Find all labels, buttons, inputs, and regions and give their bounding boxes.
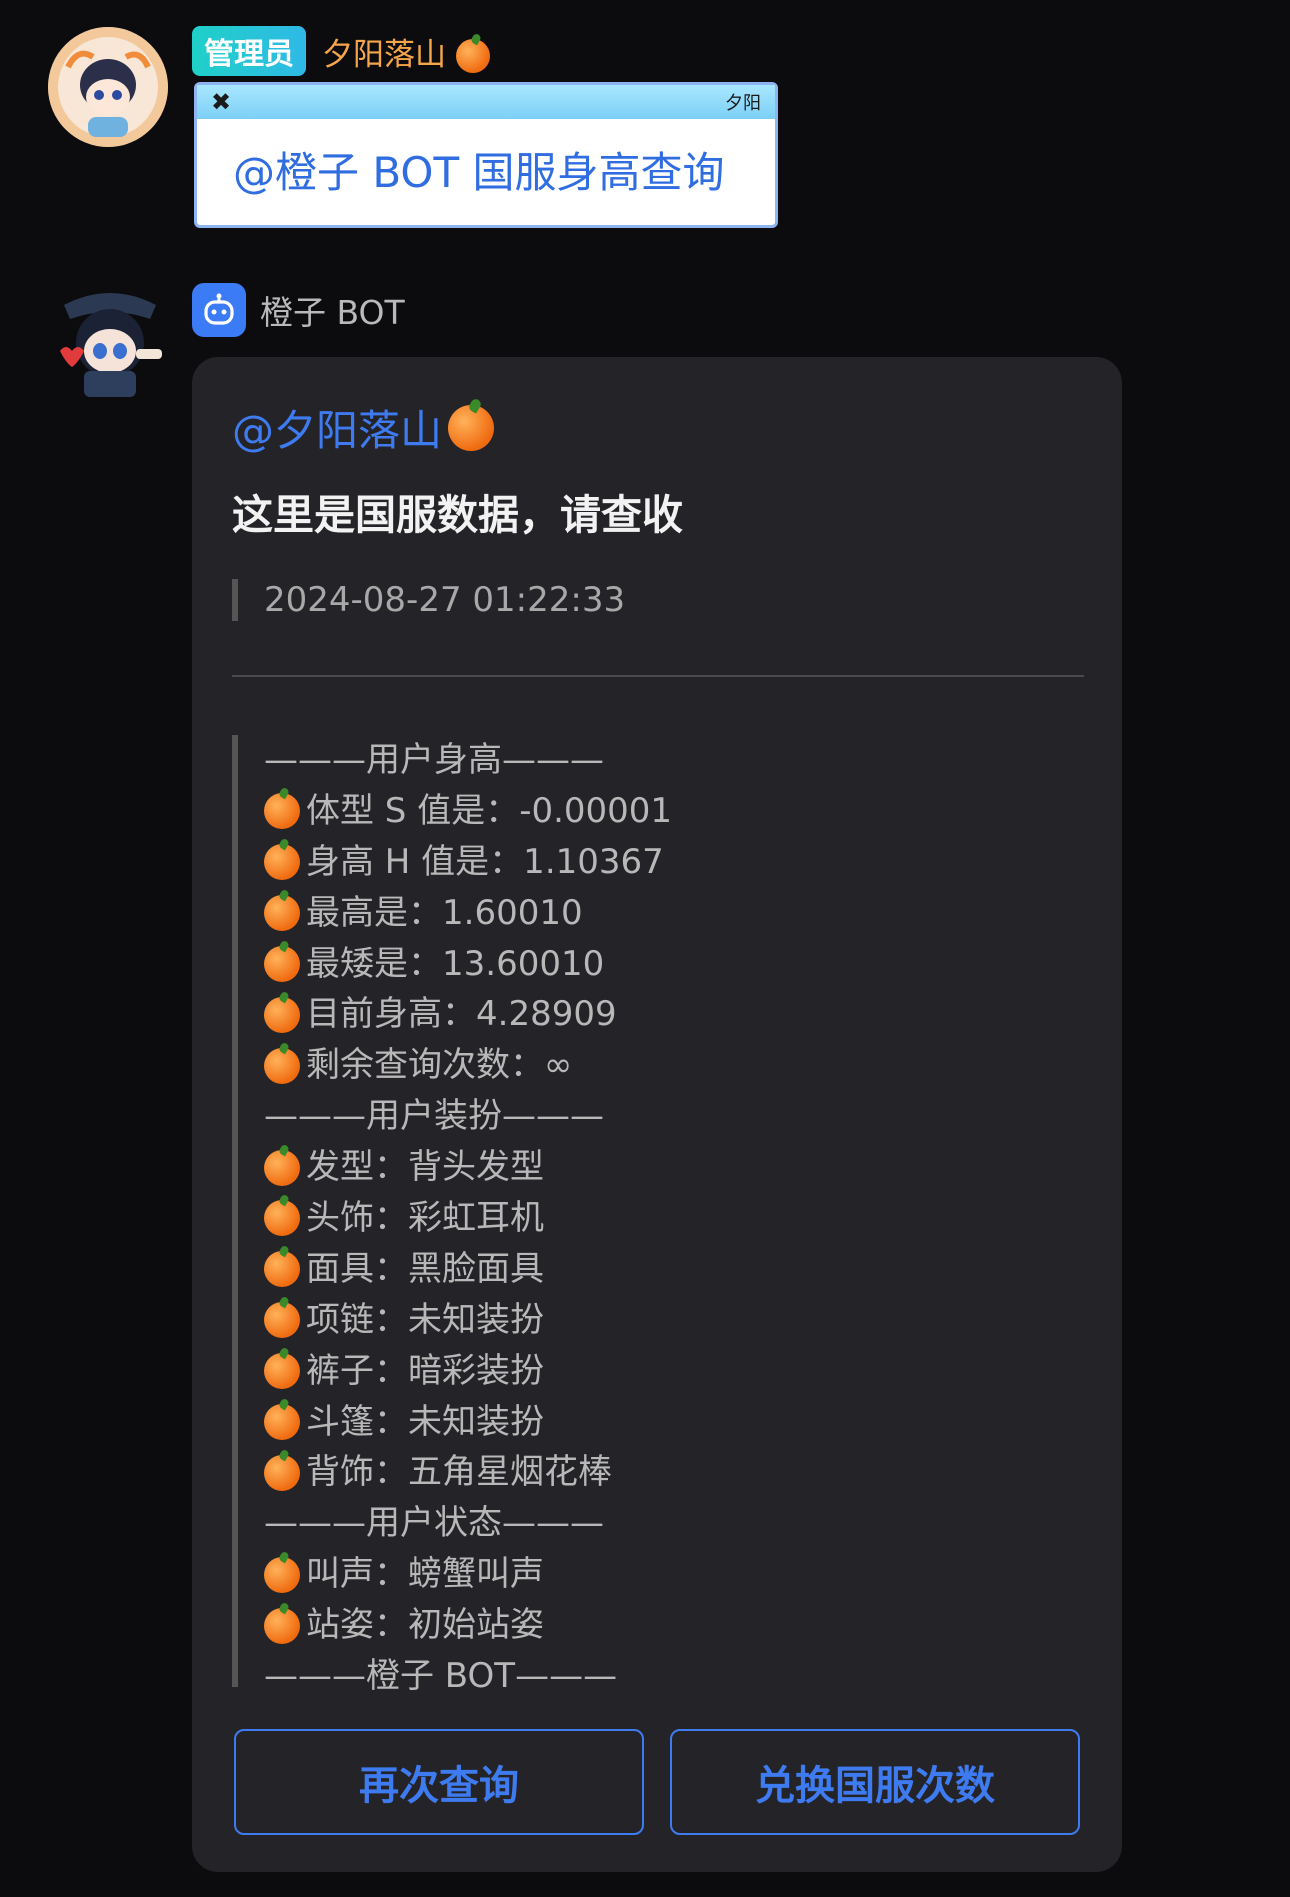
result-line-text: 叫声：螃蟹叫声 [306,1554,544,1595]
bot-name[interactable]: 橙子 BOT [260,286,405,334]
result-line-text: 项链：未知装扮 [306,1299,544,1340]
close-icon: ✖ [211,88,232,116]
result-line-text: 斗篷：未知装扮 [306,1401,544,1442]
orange-icon [264,1302,300,1339]
admin-username[interactable]: 夕阳落山 [322,29,490,74]
user-avatar[interactable] [48,27,168,147]
result-line: 目前身高：4.28909 [238,989,1078,1040]
result-line-text: 最矮是：13.60010 [306,943,605,984]
result-line-text: 剩余查询次数：∞ [306,1045,573,1086]
orange-icon [264,1200,300,1237]
result-line-text: 身高 H 值是：1.10367 [306,841,664,882]
headline: 这里是国服数据，请查收 [232,491,683,539]
orange-icon [264,996,300,1033]
exchange-count-button[interactable]: 兑换国服次数 [670,1729,1080,1835]
admin-message-bubble[interactable]: ✖ 夕阳 @橙子 BOT 国服身高查询 [194,82,778,228]
orange-icon [264,793,300,830]
result-line: 最矮是：13.60010 [238,939,1078,990]
orange-icon [264,1454,300,1491]
orange-icon [264,1353,300,1390]
result-line: 体型 S 值是：-0.00001 [238,786,1078,837]
result-line: 身高 H 值是：1.10367 [238,837,1078,888]
query-again-button[interactable]: 再次查询 [234,1729,644,1835]
orange-icon [455,39,490,73]
result-line-text: 面具：黑脸面具 [306,1248,544,1289]
orange-icon [448,404,495,451]
result-line-text: ———橙子 BOT——— [264,1656,618,1697]
result-line-text: 头饰：彩虹耳机 [306,1198,544,1239]
bubble-titlebar: ✖ 夕阳 [197,85,775,119]
result-line: 项链：未知装扮 [238,1295,1078,1346]
result-line-text: 目前身高：4.28909 [306,994,617,1035]
result-line: 背饰：五角星烟花棒 [238,1447,1078,1498]
result-line: 头饰：彩虹耳机 [238,1193,1078,1244]
bot-avatar[interactable] [54,285,166,403]
orange-icon [264,1251,300,1288]
section-header: ———橙子 BOT——— [238,1651,1078,1702]
result-line-text: 体型 S 值是：-0.00001 [306,790,673,831]
result-line-text: ———用户状态——— [264,1503,604,1544]
result-line: 裤子：暗彩装扮 [238,1346,1078,1397]
result-line: 站姿：初始站姿 [238,1600,1078,1651]
result-line: 剩余查询次数：∞ [238,1040,1078,1091]
result-line: 斗篷：未知装扮 [238,1397,1078,1448]
section-header: ———用户状态——— [238,1498,1078,1549]
admin-message-text: @橙子 BOT 国服身高查询 [233,148,725,197]
admin-username-text: 夕阳落山 [322,36,446,73]
result-line: 面具：黑脸面具 [238,1244,1078,1295]
result-line-text: 发型：背头发型 [306,1147,544,1188]
result-line-text: 站姿：初始站姿 [306,1605,544,1646]
mention-text: @夕阳落山 [232,406,443,455]
timestamp: 2024-08-27 01:22:33 [232,579,625,621]
orange-icon [264,1404,300,1441]
mention[interactable]: @夕阳落山 [232,397,495,458]
result-block: ———用户身高——— 体型 S 值是：-0.00001 身高 H 值是：1.1036… [232,735,1078,1696]
result-line: 最高是：1.60010 [238,888,1078,939]
section-header: ———用户身高——— [238,735,1078,786]
divider [232,675,1084,677]
result-line: 发型：背头发型 [238,1142,1078,1193]
orange-icon [264,1556,300,1593]
bubble-tag: 夕阳 [725,93,761,114]
bot-message-header: 橙子 BOT [192,283,405,337]
result-line-text: ———用户装扮——— [264,1096,604,1137]
orange-icon [264,1047,300,1084]
orange-icon [264,1607,300,1644]
section-header: ———用户装扮——— [238,1091,1078,1142]
orange-icon [264,1149,300,1186]
orange-icon [264,844,300,881]
robot-icon [192,283,246,337]
result-line-text: 最高是：1.60010 [306,892,583,933]
result-line-text: ———用户身高——— [264,740,604,780]
result-line: 叫声：螃蟹叫声 [238,1549,1078,1600]
orange-icon [264,946,300,982]
admin-message-header: 管理员 夕阳落山 [192,26,490,76]
orange-icon [264,895,300,932]
bot-message-card: @夕阳落山 这里是国服数据，请查收 2024-08-27 01:22:33 ——… [192,357,1122,1872]
admin-badge: 管理员 [192,26,306,76]
result-line-text: 背饰：五角星烟花棒 [306,1452,612,1493]
result-line-text: 裤子：暗彩装扮 [306,1350,544,1391]
